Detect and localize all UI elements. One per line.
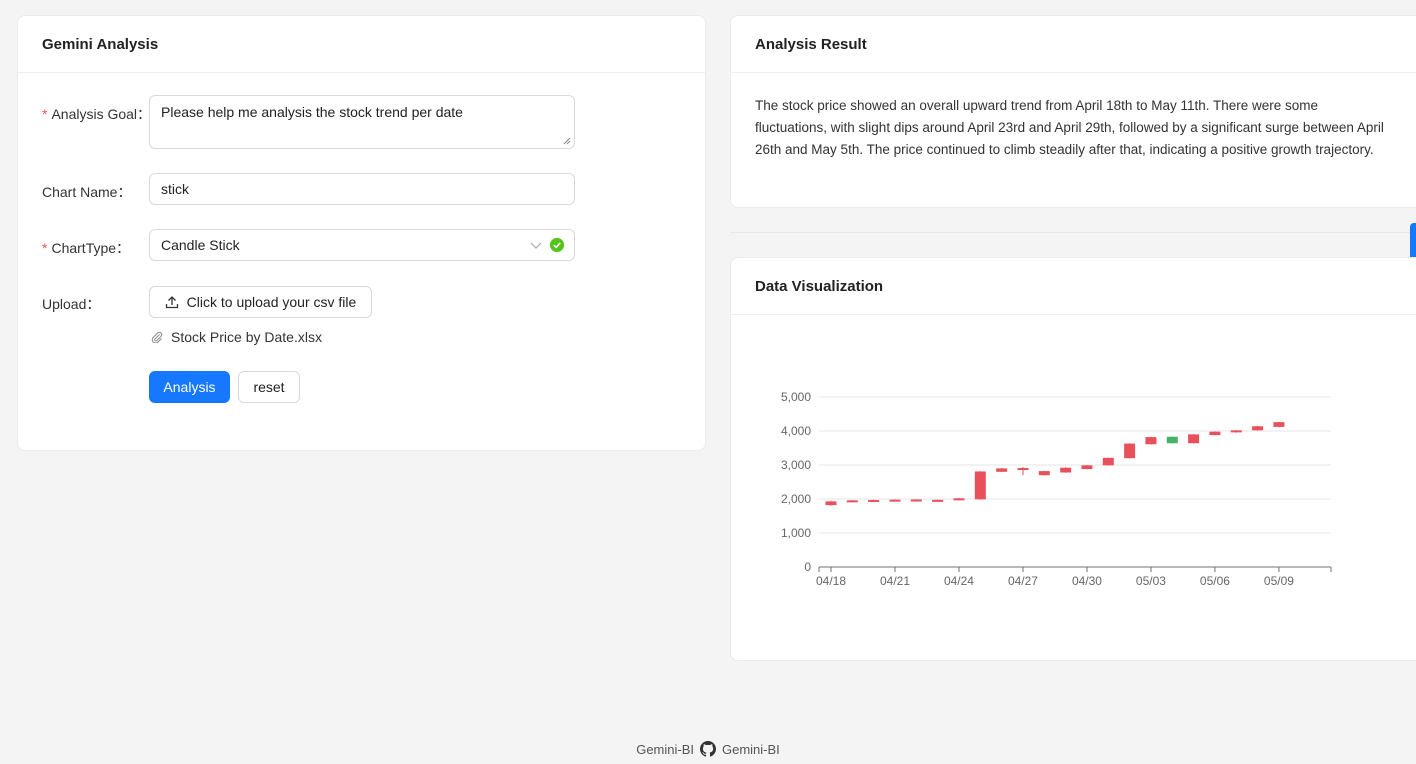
candle-body (1124, 443, 1136, 459)
result-text: The stock price showed an overall upward… (755, 98, 1384, 157)
y-tick-label: 1,000 (781, 526, 811, 540)
viz-title: Data Visualization (731, 258, 1416, 315)
section-divider (730, 232, 1416, 233)
candle-body (996, 468, 1008, 472)
form-title: Gemini Analysis (18, 16, 705, 73)
candle-body (1102, 457, 1114, 466)
data-visualization-card: Data Visualization 0 1,000 2,000 3,000 4,000… (730, 257, 1416, 661)
uploaded-file-name: Stock Price by Date.xlsx (171, 329, 322, 345)
chart-type-value: Candle Stick (161, 237, 240, 253)
required-marker: * (42, 240, 48, 256)
x-tick-label: 04/21 (880, 574, 910, 588)
x-tick-label: 04/30 (1072, 574, 1102, 588)
success-check-icon (550, 238, 564, 252)
candle-body (1273, 422, 1285, 427)
candlestick-chart: 0 1,000 2,000 3,000 4,000 5,000 04/18 04/21 04/2… (781, 390, 1332, 588)
chart-name-input[interactable]: stick (149, 173, 575, 205)
x-tick-label: 04/24 (944, 574, 974, 588)
candle-body (910, 499, 922, 502)
candle-body (1166, 436, 1178, 444)
upload-button-label: Click to upload your csv file (186, 294, 357, 310)
chart-type-select[interactable]: Candle Stick (149, 229, 575, 261)
required-marker: * (42, 106, 48, 122)
y-tick-label: 2,000 (781, 492, 811, 506)
candle-body (825, 501, 837, 506)
footer: Gemini-BI Gemini-BI (0, 741, 1416, 757)
uploaded-file-item[interactable]: Stock Price by Date.xlsx (151, 329, 322, 345)
y-tick-label: 3,000 (781, 458, 811, 472)
y-tick-label: 4,000 (781, 424, 811, 438)
candle-body (1145, 437, 1157, 445)
footer-left-text[interactable]: Gemini-BI (636, 742, 694, 757)
paperclip-icon (151, 331, 163, 343)
candle-body (932, 499, 944, 502)
analysis-result-card: Analysis Result The stock price showed a… (730, 15, 1416, 208)
candle-body (1188, 434, 1200, 444)
x-tick-label: 05/03 (1136, 574, 1166, 588)
candle-body (1017, 468, 1029, 471)
candle-body (846, 500, 858, 503)
x-tick-label: 04/27 (1008, 574, 1038, 588)
chart-type-label-text: ChartType： (51, 240, 131, 256)
chart-type-label: * ChartType： (42, 238, 130, 258)
footer-right-text[interactable]: Gemini-BI (722, 742, 780, 757)
x-tick-label: 05/06 (1200, 574, 1230, 588)
upload-button[interactable]: Click to upload your csv file (149, 286, 372, 318)
candle-body (1060, 467, 1072, 473)
candle-body (1038, 471, 1050, 476)
x-tick-label: 05/09 (1264, 574, 1294, 588)
candle-body (1209, 431, 1221, 436)
y-tick-label: 5,000 (781, 390, 811, 404)
candle-body (868, 500, 880, 503)
x-tick-label: 04/18 (816, 574, 846, 588)
upload-icon (165, 296, 178, 309)
chevron-down-icon (530, 242, 542, 249)
candle-body (974, 471, 986, 500)
analysis-goal-value: Please help me analysis the stock trend … (161, 104, 463, 120)
chart-name-value: stick (161, 181, 189, 197)
candle-body (1230, 430, 1242, 433)
y-tick-label: 0 (804, 560, 811, 574)
candle-body (1252, 426, 1264, 431)
analysis-form-card: Gemini Analysis * Analysis Goal： Please h… (17, 15, 706, 451)
chart-name-label: Chart Name： (42, 184, 132, 200)
result-title: Analysis Result (731, 16, 1416, 73)
analysis-button[interactable]: Analysis (149, 371, 230, 403)
resize-handle-icon[interactable] (563, 137, 571, 145)
candle-body (953, 498, 965, 501)
goal-label-text: Analysis Goal： (51, 106, 152, 122)
github-icon[interactable] (700, 741, 716, 757)
upload-label: Upload： (42, 296, 101, 312)
reset-button[interactable]: reset (238, 371, 300, 403)
goal-label: * Analysis Goal： (42, 104, 151, 124)
candle-body (1081, 465, 1093, 470)
candle-body (889, 499, 901, 502)
analysis-goal-textarea[interactable]: Please help me analysis the stock trend … (149, 95, 575, 149)
